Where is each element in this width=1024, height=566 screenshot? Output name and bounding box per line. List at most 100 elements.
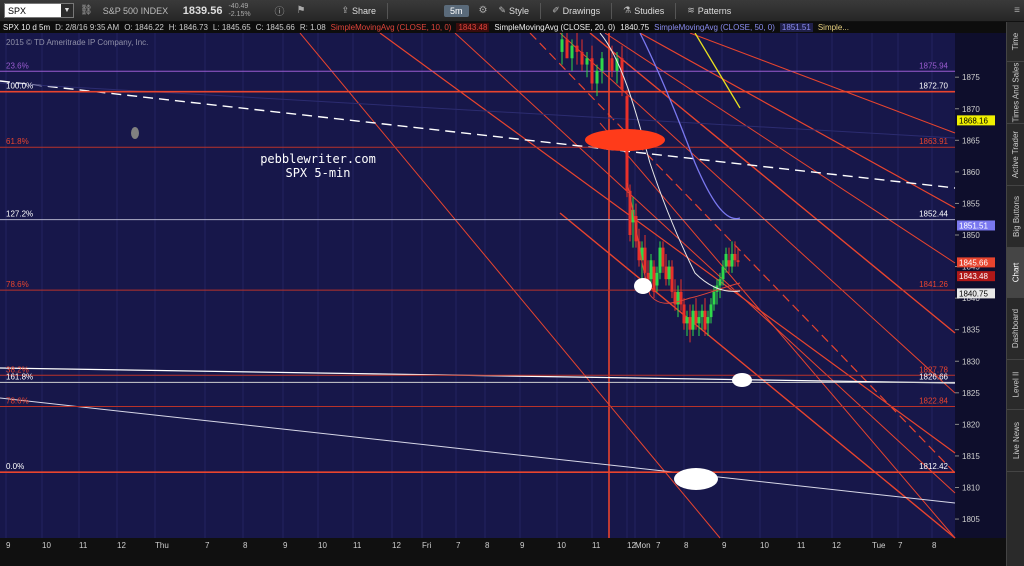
gear-icon[interactable]: ⚙ bbox=[479, 5, 488, 16]
fib-level-label: 23.6% bbox=[6, 61, 29, 70]
info-range: R: 1.08 bbox=[299, 23, 326, 32]
time-axis-label: 8 bbox=[485, 541, 490, 550]
index-name: S&P 500 INDEX bbox=[102, 5, 169, 16]
link-icon[interactable]: ⛓ bbox=[80, 5, 93, 16]
menu-icon[interactable]: ≡ bbox=[1014, 5, 1020, 16]
toolbar-divider bbox=[387, 2, 389, 19]
fib-level-value: 1872.70 bbox=[919, 82, 948, 91]
candle-body bbox=[685, 317, 689, 324]
candle-body bbox=[727, 260, 731, 267]
patterns-icon: ≋ bbox=[687, 5, 695, 15]
price-chart[interactable]: 23.6% 1875.94100.0% 1872.7061.8% 1863.91127… bbox=[0, 33, 1006, 566]
candle-body bbox=[661, 247, 665, 267]
chevron-down-icon[interactable]: ▼ bbox=[61, 4, 73, 17]
side-tab-chart[interactable]: Chart bbox=[1007, 248, 1024, 298]
fib-level-value: 1812.42 bbox=[919, 462, 948, 471]
chart-toolbar: SPX ▼ ⛓ S&P 500 INDEX 1839.56 -40.49 -2.… bbox=[0, 0, 1024, 22]
side-tab-label: Dashboard bbox=[1011, 308, 1021, 349]
candle-body bbox=[585, 58, 589, 65]
time-axis-label: 7 bbox=[656, 541, 661, 550]
fib-level-value: 1826.66 bbox=[919, 372, 948, 381]
sma20-label[interactable]: SimpleMovingAvg (CLOSE, 20, 0) bbox=[494, 23, 615, 32]
candle-body bbox=[730, 253, 734, 267]
side-tab-times-and-sales[interactable]: Times And Sales bbox=[1007, 62, 1024, 124]
info-icon[interactable]: ⓘ bbox=[274, 3, 284, 18]
highlight-marker-red bbox=[585, 129, 665, 151]
candle-body bbox=[667, 266, 671, 280]
candle-body bbox=[664, 266, 668, 280]
style-button[interactable]: ✎ Style bbox=[499, 5, 530, 16]
highlight-marker-white bbox=[634, 278, 652, 294]
price-axis-label: 1865 bbox=[962, 136, 980, 145]
time-axis-label: 8 bbox=[243, 541, 248, 550]
copyright-text: 2015 © TD Ameritrade IP Company, Inc. bbox=[6, 38, 148, 47]
candle-body bbox=[580, 51, 584, 65]
side-tab-label: Big Buttons bbox=[1011, 196, 1021, 237]
plot-background bbox=[0, 33, 955, 538]
price-axis-label: 1875 bbox=[962, 73, 980, 82]
toolbar-divider bbox=[611, 2, 613, 19]
time-axis-label: 11 bbox=[797, 541, 806, 550]
candle-body bbox=[676, 291, 680, 305]
side-tab-active-trader[interactable]: Active Trader bbox=[1007, 124, 1024, 186]
side-tab-dashboard[interactable]: Dashboard bbox=[1007, 298, 1024, 360]
fib-level-value: 1875.94 bbox=[919, 61, 948, 70]
time-axis-label: 9 bbox=[6, 541, 11, 550]
time-axis-label: 12 bbox=[117, 541, 126, 550]
fib-level-value: 1852.44 bbox=[919, 210, 948, 219]
symbol-input[interactable]: SPX ▼ bbox=[4, 3, 74, 18]
fib-level-value: 1863.91 bbox=[919, 137, 948, 146]
drawings-button[interactable]: ✐ Drawings bbox=[552, 5, 600, 16]
highlight-marker-white bbox=[674, 468, 718, 490]
info-symbol-period: SPX 10 d 5m bbox=[3, 23, 51, 32]
candle-body bbox=[658, 247, 662, 273]
fib-level-label: 61.8% bbox=[6, 137, 29, 146]
annotation-line2: SPX 5-min bbox=[285, 166, 350, 180]
sma10-value: 1843.48 bbox=[456, 23, 490, 32]
time-axis-label: 8 bbox=[932, 541, 937, 550]
time-axis-label: 11 bbox=[353, 541, 362, 550]
toolbar-divider bbox=[540, 2, 542, 19]
more-studies-label[interactable]: Simple... bbox=[818, 23, 849, 32]
side-tab-live-news[interactable]: Live News bbox=[1007, 410, 1024, 472]
time-axis-label: 12 bbox=[832, 541, 841, 550]
last-price: 1839.56 bbox=[182, 4, 223, 17]
style-icon: ✎ bbox=[498, 5, 507, 15]
time-axis-label: 8 bbox=[684, 541, 689, 550]
side-tab-label: Chart bbox=[1011, 262, 1021, 283]
side-tab-level-ii[interactable]: Level II bbox=[1007, 360, 1024, 410]
fib-level-value: 1841.26 bbox=[919, 280, 948, 289]
time-axis-label: Mon bbox=[635, 541, 651, 550]
sma50-value: 1851.51 bbox=[779, 23, 813, 32]
share-icon: ⇪ bbox=[341, 5, 349, 15]
info-close: C: 1845.66 bbox=[255, 23, 295, 32]
fib-level-value: 1822.84 bbox=[919, 396, 948, 405]
change-percent: -2.15% bbox=[228, 10, 251, 18]
time-axis-background bbox=[0, 538, 1006, 566]
sma50-label[interactable]: SimpleMovingAvg (CLOSE, 50, 0) bbox=[654, 23, 775, 32]
price-tag-label: 1851.51 bbox=[959, 221, 988, 230]
patterns-button[interactable]: ≋ Patterns bbox=[687, 5, 731, 16]
time-axis-label: 12 bbox=[392, 541, 401, 550]
candle-body bbox=[595, 70, 599, 84]
candle-body bbox=[733, 253, 737, 261]
sma10-label[interactable]: SimpleMovingAvg (CLOSE, 10, 0) bbox=[331, 23, 452, 32]
time-axis-label: 9 bbox=[283, 541, 288, 550]
candle-body bbox=[736, 260, 740, 263]
side-tab-big-buttons[interactable]: Big Buttons bbox=[1007, 186, 1024, 248]
change-value: -40.49 bbox=[228, 2, 249, 10]
studies-button[interactable]: ⚗ Studies bbox=[623, 5, 664, 16]
info-high: H: 1846.73 bbox=[168, 23, 208, 32]
flag-icon[interactable]: ⚑ bbox=[296, 5, 305, 16]
candle-body bbox=[682, 304, 686, 324]
fib-level-label: 78.6% bbox=[6, 396, 29, 405]
drawings-label: Drawings bbox=[562, 5, 601, 16]
time-axis-label: 10 bbox=[42, 541, 51, 550]
price-tag-label: 1868.16 bbox=[959, 116, 988, 125]
price-axis-label: 1835 bbox=[962, 326, 980, 335]
share-button[interactable]: ⇪ Share bbox=[341, 5, 376, 16]
candle-body bbox=[610, 58, 614, 71]
side-tab-time[interactable]: Time bbox=[1007, 22, 1024, 62]
toolbar-divider bbox=[675, 2, 677, 19]
period-selector[interactable]: 5m bbox=[444, 4, 469, 17]
